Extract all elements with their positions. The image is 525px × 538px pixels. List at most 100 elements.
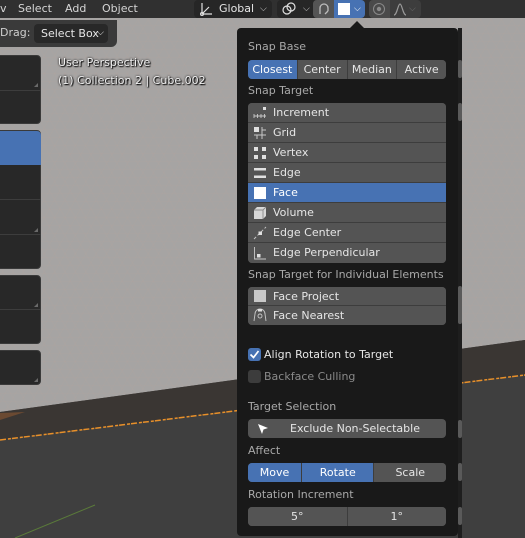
transform-orientation-icon xyxy=(200,3,212,16)
grid-icon xyxy=(254,127,266,139)
chevron-down-icon: ⌵ xyxy=(303,4,310,14)
target-selection-label: Target Selection xyxy=(248,400,337,413)
viewport-collection-label: (1) Collection 2 | Cube.002 xyxy=(58,74,206,87)
chevron-down-icon: ⌵ xyxy=(354,4,361,14)
snap-base-selector: Closest Center Median Active xyxy=(248,60,446,79)
toolbar-tool-2[interactable] xyxy=(0,166,41,199)
tool-submenu-corner-icon xyxy=(34,378,38,382)
viewport-perspective-label: User Perspective xyxy=(58,56,151,69)
snap-target-dropdown[interactable]: ⌵ xyxy=(334,0,365,18)
align-rotation-label: Align Rotation to Target xyxy=(264,348,394,361)
snap-target-edge-center[interactable]: Edge Center xyxy=(248,223,446,243)
rotation-increment-fields: 5° 1° xyxy=(248,507,446,526)
snap-target-face-project[interactable]: Face Project xyxy=(248,287,446,306)
affect-label: Affect xyxy=(248,444,281,457)
menu-add[interactable]: Add xyxy=(65,1,86,16)
chevron-down-icon: ⌵ xyxy=(97,28,104,38)
menu-object[interactable]: Object xyxy=(102,1,138,16)
tool-submenu-corner-icon xyxy=(34,83,38,87)
orientation-label: Global xyxy=(219,2,255,15)
face-square-icon xyxy=(338,3,350,15)
viewport-side-handle[interactable] xyxy=(458,103,462,121)
vertex-icon xyxy=(254,147,266,159)
snap-target-increment[interactable]: Increment xyxy=(248,103,446,123)
proportional-group: ⌵ xyxy=(369,0,421,18)
snap-target-label-text: Face xyxy=(273,186,298,199)
snap-target-label-text: Edge Perpendicular xyxy=(273,246,380,259)
snap-target-label-text: Grid xyxy=(273,126,297,139)
snap-target-edge[interactable]: Edge xyxy=(248,163,446,183)
edge-perpendicular-icon xyxy=(254,247,266,260)
face-icon xyxy=(254,187,266,199)
snap-target-face-nearest[interactable]: Face Nearest xyxy=(248,306,446,325)
snap-base-closest[interactable]: Closest xyxy=(248,60,298,79)
affect-move[interactable]: Move xyxy=(248,463,302,482)
edge-icon xyxy=(254,168,266,178)
snap-target-vertex[interactable]: Vertex xyxy=(248,143,446,163)
viewport-side-handle[interactable] xyxy=(458,286,462,324)
pivot-point-dropdown[interactable]: ⌵ xyxy=(277,0,317,18)
falloff-curve-icon[interactable] xyxy=(393,2,407,16)
snap-target-label-text: Increment xyxy=(273,106,330,119)
affect-selector: Move Rotate Scale xyxy=(248,463,446,482)
increment-icon xyxy=(253,107,266,118)
snap-target-label-text: Volume xyxy=(273,206,314,219)
backface-culling-label: Backface Culling xyxy=(264,370,356,383)
snap-target-face[interactable]: Face xyxy=(248,183,446,203)
proportional-edit-toggle[interactable] xyxy=(369,0,390,18)
backface-culling-checkbox[interactable] xyxy=(248,370,261,383)
snap-target-label-text: Edge Center xyxy=(273,226,342,239)
toolbar-tool-3[interactable] xyxy=(0,200,41,234)
popup-pointer xyxy=(350,21,364,28)
face-nearest-icon xyxy=(253,308,267,322)
toolbar-active-tool[interactable] xyxy=(0,131,41,165)
snap-target-list: Increment Grid Vertex Edge Face Volume E… xyxy=(248,103,446,263)
viewport-side-handle[interactable] xyxy=(458,463,462,481)
tool-submenu-corner-icon xyxy=(34,303,38,307)
face-project-icon xyxy=(254,290,266,302)
viewport-side-handle[interactable] xyxy=(458,420,462,438)
menu-view-fragment[interactable]: v xyxy=(0,1,7,16)
chevron-down-icon: ⌵ xyxy=(260,4,267,14)
magnet-snap-icon xyxy=(319,3,329,15)
rotation-increment-fine[interactable]: 1° xyxy=(347,507,446,526)
checkmark-icon xyxy=(249,350,260,359)
volume-icon xyxy=(254,206,267,219)
drag-label: Drag: xyxy=(0,26,31,39)
rotation-increment-coarse[interactable]: 5° xyxy=(248,507,348,526)
viewport-side-handle[interactable] xyxy=(458,507,462,525)
snap-target-volume[interactable]: Volume xyxy=(248,203,446,223)
snap-group: ⌵ xyxy=(313,0,365,18)
transform-orientation-dropdown[interactable]: Global ⌵ xyxy=(194,0,272,18)
snap-target-edge-perpendicular[interactable]: Edge Perpendicular xyxy=(248,243,446,263)
snap-target-label: Snap Target xyxy=(248,84,314,97)
exclude-non-selectable-button[interactable]: Exclude Non-Selectable xyxy=(248,419,446,438)
rotation-increment-label: Rotation Increment xyxy=(248,488,354,501)
snap-base-label: Snap Base xyxy=(248,40,306,53)
align-rotation-checkbox[interactable] xyxy=(248,348,261,361)
toolbar-divider xyxy=(0,90,41,91)
individual-elements-label: Snap Target for Individual Elements xyxy=(248,268,444,281)
snap-target-label-text: Face Project xyxy=(273,290,340,303)
toolbar-tool-4[interactable] xyxy=(0,235,41,269)
individual-targets-list: Face Project Face Nearest xyxy=(248,287,446,325)
snap-base-median[interactable]: Median xyxy=(347,60,398,79)
viewport-header: v Select Add Object Global ⌵ ⌵ ⌵ ⌵ xyxy=(0,0,525,18)
drag-select-value: Select Box xyxy=(41,27,99,40)
affect-scale[interactable]: Scale xyxy=(374,463,446,482)
drag-select-dropdown[interactable]: Select Box ⌵ xyxy=(34,24,108,43)
proportional-edit-icon xyxy=(373,3,385,15)
edge-center-icon xyxy=(253,226,267,240)
viewport-side-handle[interactable] xyxy=(458,60,462,78)
y-axis-line xyxy=(14,504,96,538)
snap-base-active[interactable]: Active xyxy=(397,60,446,79)
snap-target-label-text: Edge xyxy=(273,166,301,179)
snap-target-label-text: Vertex xyxy=(273,146,309,159)
menu-select[interactable]: Select xyxy=(18,1,52,16)
snap-target-grid[interactable]: Grid xyxy=(248,123,446,143)
snap-toggle[interactable] xyxy=(313,0,334,18)
affect-rotate[interactable]: Rotate xyxy=(301,463,375,482)
snap-base-center[interactable]: Center xyxy=(297,60,348,79)
toolbar-divider xyxy=(0,309,41,310)
chevron-down-icon: ⌵ xyxy=(409,4,416,14)
